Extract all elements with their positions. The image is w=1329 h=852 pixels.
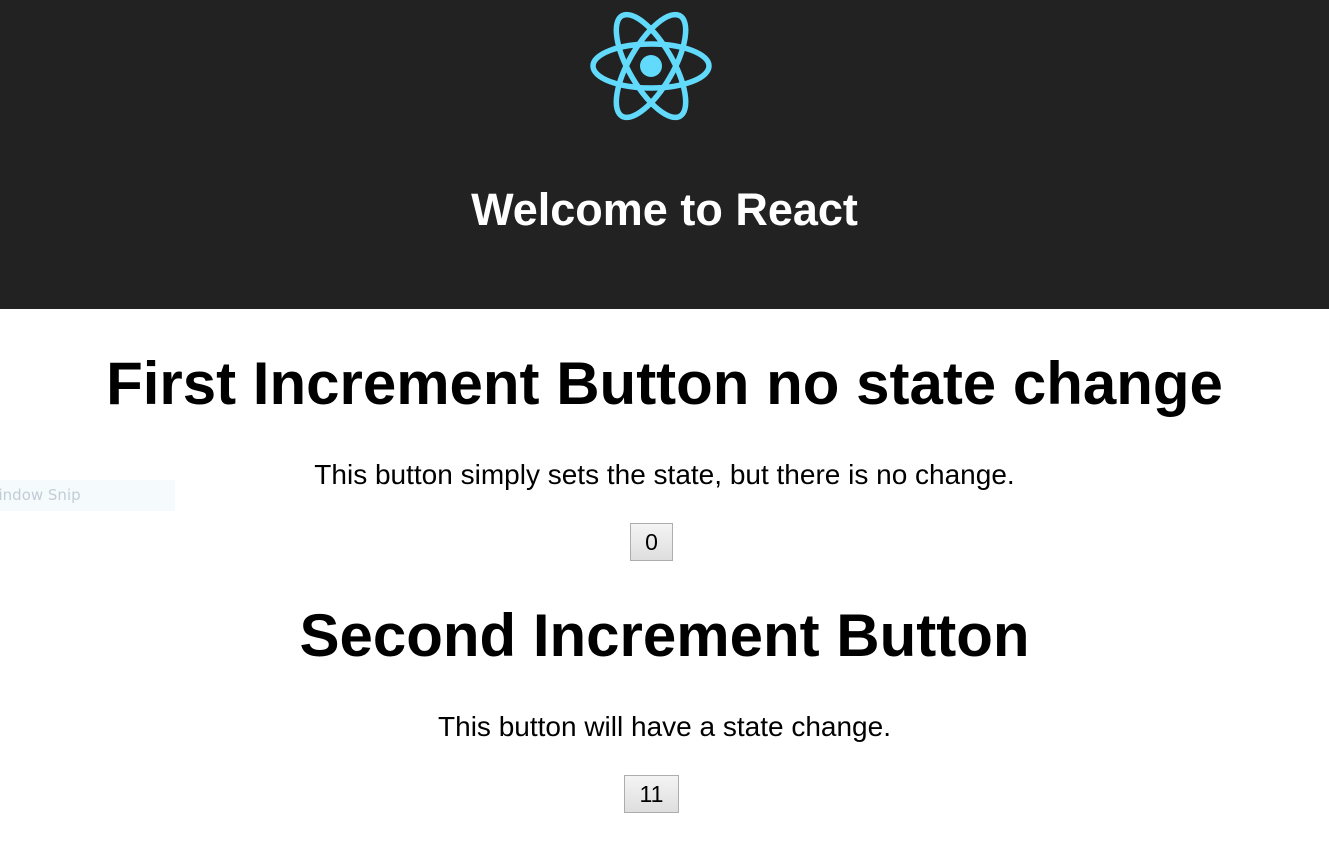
first-section-title: First Increment Button no state change [106, 350, 1223, 417]
app-title: Welcome to React [471, 184, 858, 235]
app-header: Welcome to React [0, 0, 1329, 309]
second-section-description: This button will have a state change. [438, 711, 891, 742]
second-section-title: Second Increment Button [299, 602, 1030, 669]
second-increment-button[interactable]: 11 [624, 775, 679, 813]
window-snip-label: Window Snip [0, 486, 81, 504]
react-logo-icon [590, 11, 712, 121]
app-root: Welcome to React First Increment Button … [0, 0, 1329, 852]
first-increment-button[interactable]: 0 [630, 523, 673, 561]
first-section-description: This button simply sets the state, but t… [314, 459, 1015, 490]
window-snip-overlay: Window Snip [0, 480, 175, 511]
